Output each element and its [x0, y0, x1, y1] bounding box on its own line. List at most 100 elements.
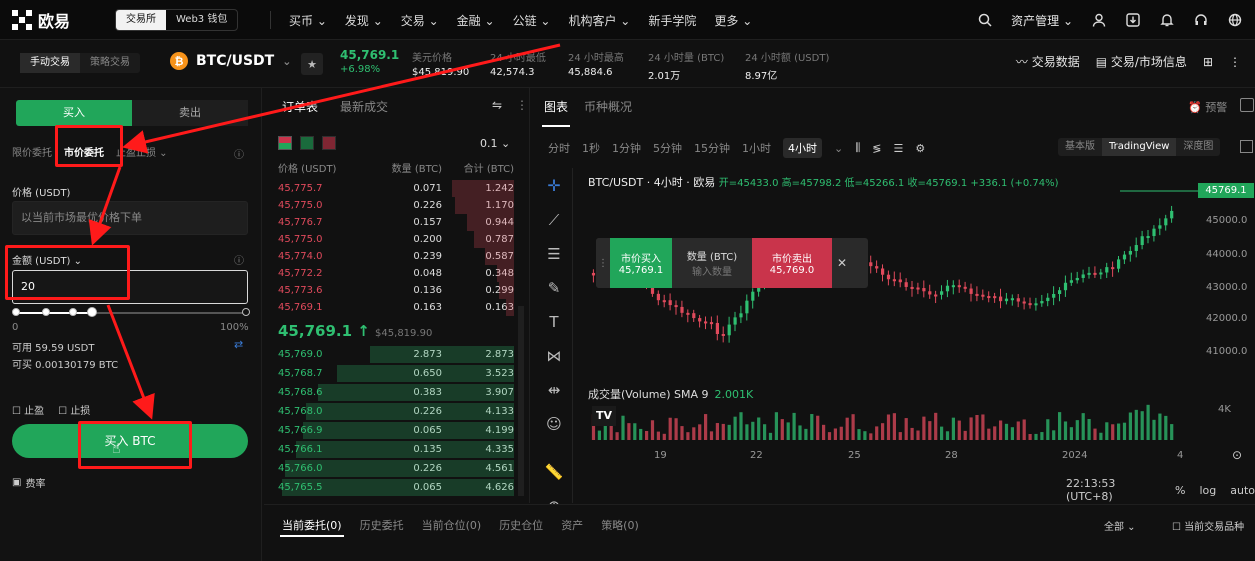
interval-1m[interactable]: 1分钟	[612, 140, 641, 156]
tab-order-history[interactable]: 历史委托	[360, 517, 404, 533]
emoji-icon[interactable]: ☺	[546, 415, 562, 433]
pattern-icon[interactable]: ⋈	[547, 347, 562, 365]
nav-item-academy[interactable]: 新手学院	[648, 12, 696, 29]
goto-date-icon[interactable]: ⊙	[1232, 448, 1242, 462]
tab-market-order[interactable]: 市价委托	[64, 144, 104, 159]
tab-recent-trades[interactable]: 最新成交	[340, 98, 388, 115]
nav-item-trade[interactable]: 交易 ⌄	[401, 12, 439, 29]
ask-row[interactable]: 45,769.1 0.163 0.163	[278, 299, 514, 316]
nav-item-buy-crypto[interactable]: 买币 ⌄	[289, 12, 327, 29]
nav-item-discover[interactable]: 发现 ⌄	[345, 12, 383, 29]
interval-5m[interactable]: 5分钟	[653, 140, 682, 156]
view-both-icon[interactable]	[278, 136, 292, 150]
globe-icon[interactable]	[1227, 12, 1243, 28]
fee-link[interactable]: ▣ 费率	[12, 475, 45, 490]
settings-sliders-icon[interactable]: ⇋	[492, 98, 502, 112]
candlestick-chart[interactable]	[580, 168, 1200, 468]
chevron-down-icon[interactable]: ⌄	[834, 142, 843, 155]
nav-item-chain[interactable]: 公链 ⌄	[513, 12, 551, 29]
market-buy-button[interactable]: 市价买入 45,769.1	[610, 238, 672, 288]
bid-row[interactable]: 45,766.1 0.135 4.335	[278, 441, 514, 458]
percent-scale-toggle[interactable]: %	[1175, 484, 1185, 497]
bid-row[interactable]: 45,766.0 0.226 4.561	[278, 460, 514, 477]
sell-tab[interactable]: 卖出	[132, 100, 248, 126]
bell-icon[interactable]	[1159, 12, 1175, 28]
bid-row[interactable]: 45,765.5 0.065 4.626	[278, 479, 514, 496]
indicator-icon[interactable]: ⫼	[855, 141, 860, 155]
ask-row[interactable]: 45,775.7 0.071 1.242	[278, 180, 514, 197]
list-icon[interactable]: ☰	[894, 142, 904, 155]
slider-stop[interactable]	[42, 308, 50, 316]
nav-item-finance[interactable]: 金融 ⌄	[457, 12, 495, 29]
tab-tp-sl[interactable]: 止盈止损 ⌄	[116, 144, 168, 159]
amount-input[interactable]: 20	[12, 270, 248, 304]
view-tradingview[interactable]: TradingView	[1102, 138, 1177, 156]
quantity-input[interactable]: 数量 (BTC) 输入数量	[672, 238, 752, 288]
bid-row[interactable]: 45,768.7 0.650 3.523	[278, 365, 514, 382]
more-icon[interactable]: ⋮	[1229, 55, 1241, 69]
fullscreen-icon[interactable]	[1240, 140, 1253, 153]
interval-15m[interactable]: 15分钟	[694, 140, 730, 156]
market-sell-button[interactable]: 市价卖出 45,769.0	[752, 238, 832, 288]
headset-icon[interactable]	[1193, 12, 1209, 28]
view-basic[interactable]: 基本版	[1058, 138, 1102, 156]
tab-strategies[interactable]: 策略(0)	[601, 517, 639, 533]
help-icon[interactable]: ⓘ	[234, 252, 244, 267]
ask-row[interactable]: 45,773.6 0.136 0.299	[278, 282, 514, 299]
slider-stop[interactable]	[12, 308, 20, 316]
help-icon[interactable]: ⓘ	[234, 146, 244, 161]
interval-1h[interactable]: 1小时	[742, 140, 771, 156]
favorite-star-icon[interactable]: ★	[301, 53, 323, 75]
price-input[interactable]: 以当前市场最优价格下单	[12, 201, 248, 235]
tab-assets[interactable]: 资产	[561, 517, 583, 533]
drag-handle-icon[interactable]: ⋮	[596, 238, 610, 288]
slider-thumb[interactable]	[86, 307, 97, 317]
view-depth[interactable]: 深度图	[1176, 138, 1220, 156]
transfer-icon[interactable]: ⇄	[234, 338, 243, 351]
ask-row[interactable]: 45,775.0 0.200 0.787	[278, 231, 514, 248]
bid-row[interactable]: 45,769.0 2.873 2.873	[278, 346, 514, 363]
more-icon[interactable]: ⋮	[516, 98, 528, 112]
tab-order-book[interactable]: 订单表	[282, 98, 318, 115]
tab-web3-wallet[interactable]: Web3 钱包	[166, 10, 237, 30]
precision-select[interactable]: 0.1 ⌄	[480, 137, 510, 150]
ask-row[interactable]: 45,775.0 0.226 1.170	[278, 197, 514, 214]
slider-stop[interactable]	[242, 308, 250, 316]
alert-button[interactable]: ⏰ 预警	[1188, 99, 1227, 115]
interval-4h[interactable]: 4小时	[783, 138, 822, 158]
market-info-link[interactable]: ▤ 交易/市场信息	[1096, 53, 1187, 70]
tab-open-orders[interactable]: 当前委托(0)	[282, 517, 342, 533]
pair-selector[interactable]: ₿ BTC/USDT ⌄	[170, 52, 291, 70]
auto-scale-toggle[interactable]: auto	[1230, 484, 1255, 497]
measure-icon[interactable]: ⇹	[548, 381, 561, 399]
user-icon[interactable]	[1091, 12, 1107, 28]
take-profit-checkbox[interactable]: ☐ 止盈	[12, 402, 44, 417]
interval-1s[interactable]: 1秒	[582, 140, 600, 156]
bid-row[interactable]: 45,768.6 0.383 3.907	[278, 384, 514, 401]
channel-icon[interactable]: ☰	[547, 245, 560, 263]
slider-stop[interactable]	[69, 308, 77, 316]
amount-slider[interactable]	[12, 307, 250, 317]
tab-positions[interactable]: 当前仓位(0)	[422, 517, 482, 533]
buy-tab[interactable]: 买入	[16, 100, 132, 126]
tab-exchange[interactable]: 交易所	[116, 10, 166, 30]
tab-coin-overview[interactable]: 币种概况	[584, 98, 632, 115]
bid-row[interactable]: 45,766.9 0.065 4.199	[278, 422, 514, 439]
book-scrollbar[interactable]	[518, 306, 524, 496]
crosshair-icon[interactable]: ✛	[547, 176, 560, 195]
tab-manual-trading[interactable]: 手动交易	[20, 53, 80, 73]
trendline-icon[interactable]: ⟋	[549, 211, 560, 229]
log-scale-toggle[interactable]: log	[1199, 484, 1216, 497]
amount-label[interactable]: 金额 (USDT) ⌄	[12, 252, 82, 267]
filter-select[interactable]: 全部 ⌄	[1104, 518, 1136, 533]
nav-item-more[interactable]: 更多 ⌄	[714, 12, 752, 29]
view-bids-icon[interactable]	[300, 136, 314, 150]
asset-management-menu[interactable]: 资产管理 ⌄	[1011, 12, 1073, 29]
ask-row[interactable]: 45,774.0 0.239 0.587	[278, 248, 514, 265]
tab-limit-order[interactable]: 限价委托	[12, 144, 52, 159]
logo[interactable]: 欧易	[12, 9, 102, 31]
layout-icon[interactable]: ⊞	[1203, 55, 1213, 69]
tab-chart[interactable]: 图表	[544, 98, 568, 115]
ruler-icon[interactable]: 📏	[545, 463, 564, 481]
close-icon[interactable]: ✕	[832, 238, 852, 288]
